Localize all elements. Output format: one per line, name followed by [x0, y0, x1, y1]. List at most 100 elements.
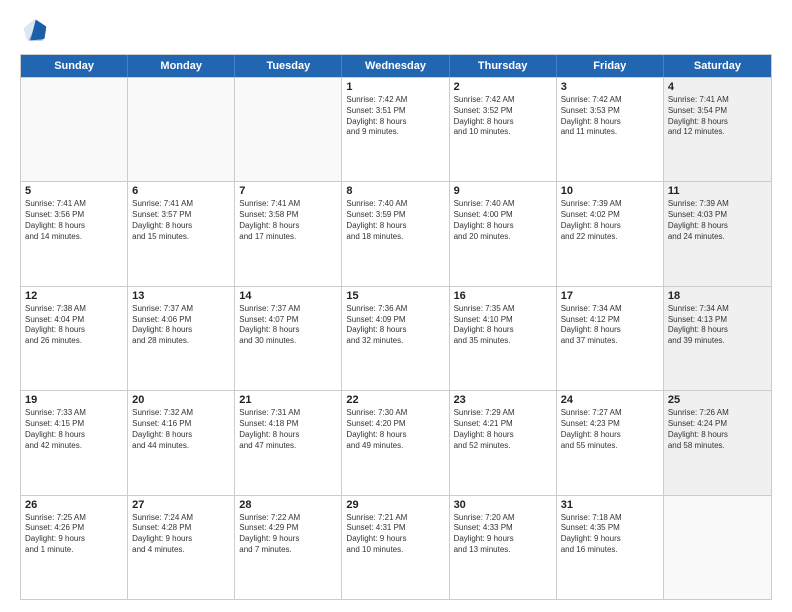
day-number: 16 [454, 290, 552, 302]
cal-cell-w1-d2 [128, 78, 235, 181]
cal-cell-w3-d2: 13Sunrise: 7:37 AM Sunset: 4:06 PM Dayli… [128, 287, 235, 390]
header-day-sunday: Sunday [21, 55, 128, 77]
day-number: 15 [346, 290, 444, 302]
day-number: 21 [239, 394, 337, 406]
day-number: 14 [239, 290, 337, 302]
cal-cell-w1-d4: 1 Sunrise: 7:42 AM Sunset: 3:51 PM Daylig… [342, 78, 449, 181]
cell-detail: Sunrise: 7:34 AM Sunset: 4:13 PM Dayligh… [668, 304, 767, 347]
day-number: 1 [346, 81, 444, 93]
cal-cell-w2-d2: 6Sunrise: 7:41 AM Sunset: 3:57 PM Daylig… [128, 182, 235, 285]
cell-detail: Sunrise: 7:36 AM Sunset: 4:09 PM Dayligh… [346, 304, 444, 347]
cell-detail: Sunrise: 7:40 AM Sunset: 4:00 PM Dayligh… [454, 199, 552, 242]
day-number: 4 [668, 81, 767, 93]
cal-cell-w5-d1: 26 Sunrise: 7:25 AM Sunset: 4:26 PM Dayli… [21, 496, 128, 599]
cal-cell-w2-d7: 11 Sunrise: 7:39 AM Sunset: 4:03 PM Dayli… [664, 182, 771, 285]
cell-detail: Sunrise: 7:41 AM Sunset: 3:57 PM Dayligh… [132, 199, 230, 242]
week-row-2: 5Sunrise: 7:41 AM Sunset: 3:56 PM Daylig… [21, 181, 771, 285]
day-number: 3 [561, 81, 659, 93]
cal-cell-w5-d6: 31Sunrise: 7:18 AM Sunset: 4:35 PM Dayli… [557, 496, 664, 599]
cell-detail: Sunrise: 7:42 AM Sunset: 3:52 PM Dayligh… [454, 95, 552, 138]
cell-detail: Sunrise: 7:27 AM Sunset: 4:23 PM Dayligh… [561, 408, 659, 451]
page: SundayMondayTuesdayWednesdayThursdayFrid… [0, 0, 792, 612]
cal-cell-w2-d3: 7 Sunrise: 7:41 AM Sunset: 3:58 PM Daylig… [235, 182, 342, 285]
cell-detail: Sunrise: 7:41 AM Sunset: 3:54 PM Dayligh… [668, 95, 767, 138]
header-day-monday: Monday [128, 55, 235, 77]
calendar-body: 1 Sunrise: 7:42 AM Sunset: 3:51 PM Daylig… [21, 77, 771, 599]
day-number: 28 [239, 499, 337, 511]
header [20, 16, 772, 44]
day-number: 7 [239, 185, 337, 197]
cell-detail: Sunrise: 7:26 AM Sunset: 4:24 PM Dayligh… [668, 408, 767, 451]
day-number: 19 [25, 394, 123, 406]
day-number: 12 [25, 290, 123, 302]
cell-detail: Sunrise: 7:40 AM Sunset: 3:59 PM Dayligh… [346, 199, 444, 242]
cell-detail: Sunrise: 7:39 AM Sunset: 4:02 PM Dayligh… [561, 199, 659, 242]
cell-detail: Sunrise: 7:20 AM Sunset: 4:33 PM Dayligh… [454, 513, 552, 556]
day-number: 31 [561, 499, 659, 511]
day-number: 8 [346, 185, 444, 197]
cal-cell-w2-d6: 10Sunrise: 7:39 AM Sunset: 4:02 PM Dayli… [557, 182, 664, 285]
cal-cell-w1-d7: 4 Sunrise: 7:41 AM Sunset: 3:54 PM Daylig… [664, 78, 771, 181]
cell-detail: Sunrise: 7:30 AM Sunset: 4:20 PM Dayligh… [346, 408, 444, 451]
cell-detail: Sunrise: 7:33 AM Sunset: 4:15 PM Dayligh… [25, 408, 123, 451]
cal-cell-w3-d3: 14 Sunrise: 7:37 AM Sunset: 4:07 PM Dayli… [235, 287, 342, 390]
week-row-4: 19 Sunrise: 7:33 AM Sunset: 4:15 PM Dayli… [21, 390, 771, 494]
cal-cell-w3-d5: 16Sunrise: 7:35 AM Sunset: 4:10 PM Dayli… [450, 287, 557, 390]
cal-cell-w4-d3: 21 Sunrise: 7:31 AM Sunset: 4:18 PM Dayli… [235, 391, 342, 494]
cell-detail: Sunrise: 7:42 AM Sunset: 3:53 PM Dayligh… [561, 95, 659, 138]
header-day-saturday: Saturday [664, 55, 771, 77]
cal-cell-w3-d4: 15 Sunrise: 7:36 AM Sunset: 4:09 PM Dayli… [342, 287, 449, 390]
day-number: 20 [132, 394, 230, 406]
cal-cell-w1-d5: 2 Sunrise: 7:42 AM Sunset: 3:52 PM Daylig… [450, 78, 557, 181]
cell-detail: Sunrise: 7:22 AM Sunset: 4:29 PM Dayligh… [239, 513, 337, 556]
day-number: 18 [668, 290, 767, 302]
cell-detail: Sunrise: 7:32 AM Sunset: 4:16 PM Dayligh… [132, 408, 230, 451]
cell-detail: Sunrise: 7:21 AM Sunset: 4:31 PM Dayligh… [346, 513, 444, 556]
cal-cell-w2-d1: 5Sunrise: 7:41 AM Sunset: 3:56 PM Daylig… [21, 182, 128, 285]
day-number: 26 [25, 499, 123, 511]
cal-cell-w4-d5: 23 Sunrise: 7:29 AM Sunset: 4:21 PM Dayli… [450, 391, 557, 494]
logo [20, 16, 52, 44]
day-number: 29 [346, 499, 444, 511]
day-number: 30 [454, 499, 552, 511]
calendar-header-row: SundayMondayTuesdayWednesdayThursdayFrid… [21, 55, 771, 77]
day-number: 2 [454, 81, 552, 93]
header-day-wednesday: Wednesday [342, 55, 449, 77]
header-day-friday: Friday [557, 55, 664, 77]
cal-cell-w4-d4: 22 Sunrise: 7:30 AM Sunset: 4:20 PM Dayli… [342, 391, 449, 494]
cal-cell-w5-d5: 30 Sunrise: 7:20 AM Sunset: 4:33 PM Dayli… [450, 496, 557, 599]
cal-cell-w2-d4: 8 Sunrise: 7:40 AM Sunset: 3:59 PM Daylig… [342, 182, 449, 285]
day-number: 11 [668, 185, 767, 197]
header-day-thursday: Thursday [450, 55, 557, 77]
cell-detail: Sunrise: 7:42 AM Sunset: 3:51 PM Dayligh… [346, 95, 444, 138]
cal-cell-w4-d6: 24 Sunrise: 7:27 AM Sunset: 4:23 PM Dayli… [557, 391, 664, 494]
cal-cell-w3-d6: 17 Sunrise: 7:34 AM Sunset: 4:12 PM Dayli… [557, 287, 664, 390]
cal-cell-w5-d3: 28 Sunrise: 7:22 AM Sunset: 4:29 PM Dayli… [235, 496, 342, 599]
day-number: 24 [561, 394, 659, 406]
cell-detail: Sunrise: 7:31 AM Sunset: 4:18 PM Dayligh… [239, 408, 337, 451]
cell-detail: Sunrise: 7:24 AM Sunset: 4:28 PM Dayligh… [132, 513, 230, 556]
week-row-3: 12Sunrise: 7:38 AM Sunset: 4:04 PM Dayli… [21, 286, 771, 390]
cal-cell-w5-d4: 29 Sunrise: 7:21 AM Sunset: 4:31 PM Dayli… [342, 496, 449, 599]
cal-cell-w4-d1: 19 Sunrise: 7:33 AM Sunset: 4:15 PM Dayli… [21, 391, 128, 494]
day-number: 17 [561, 290, 659, 302]
cell-detail: Sunrise: 7:39 AM Sunset: 4:03 PM Dayligh… [668, 199, 767, 242]
cell-detail: Sunrise: 7:34 AM Sunset: 4:12 PM Dayligh… [561, 304, 659, 347]
cal-cell-w3-d7: 18 Sunrise: 7:34 AM Sunset: 4:13 PM Dayli… [664, 287, 771, 390]
cell-detail: Sunrise: 7:25 AM Sunset: 4:26 PM Dayligh… [25, 513, 123, 556]
logo-icon [20, 16, 48, 44]
cell-detail: Sunrise: 7:29 AM Sunset: 4:21 PM Dayligh… [454, 408, 552, 451]
cal-cell-w1-d6: 3 Sunrise: 7:42 AM Sunset: 3:53 PM Daylig… [557, 78, 664, 181]
day-number: 23 [454, 394, 552, 406]
day-number: 27 [132, 499, 230, 511]
day-number: 25 [668, 394, 767, 406]
cell-detail: Sunrise: 7:41 AM Sunset: 3:56 PM Dayligh… [25, 199, 123, 242]
cell-detail: Sunrise: 7:37 AM Sunset: 4:07 PM Dayligh… [239, 304, 337, 347]
cal-cell-w4-d2: 20 Sunrise: 7:32 AM Sunset: 4:16 PM Dayli… [128, 391, 235, 494]
cell-detail: Sunrise: 7:41 AM Sunset: 3:58 PM Dayligh… [239, 199, 337, 242]
calendar: SundayMondayTuesdayWednesdayThursdayFrid… [20, 54, 772, 600]
day-number: 13 [132, 290, 230, 302]
day-number: 22 [346, 394, 444, 406]
week-row-1: 1 Sunrise: 7:42 AM Sunset: 3:51 PM Daylig… [21, 77, 771, 181]
day-number: 9 [454, 185, 552, 197]
